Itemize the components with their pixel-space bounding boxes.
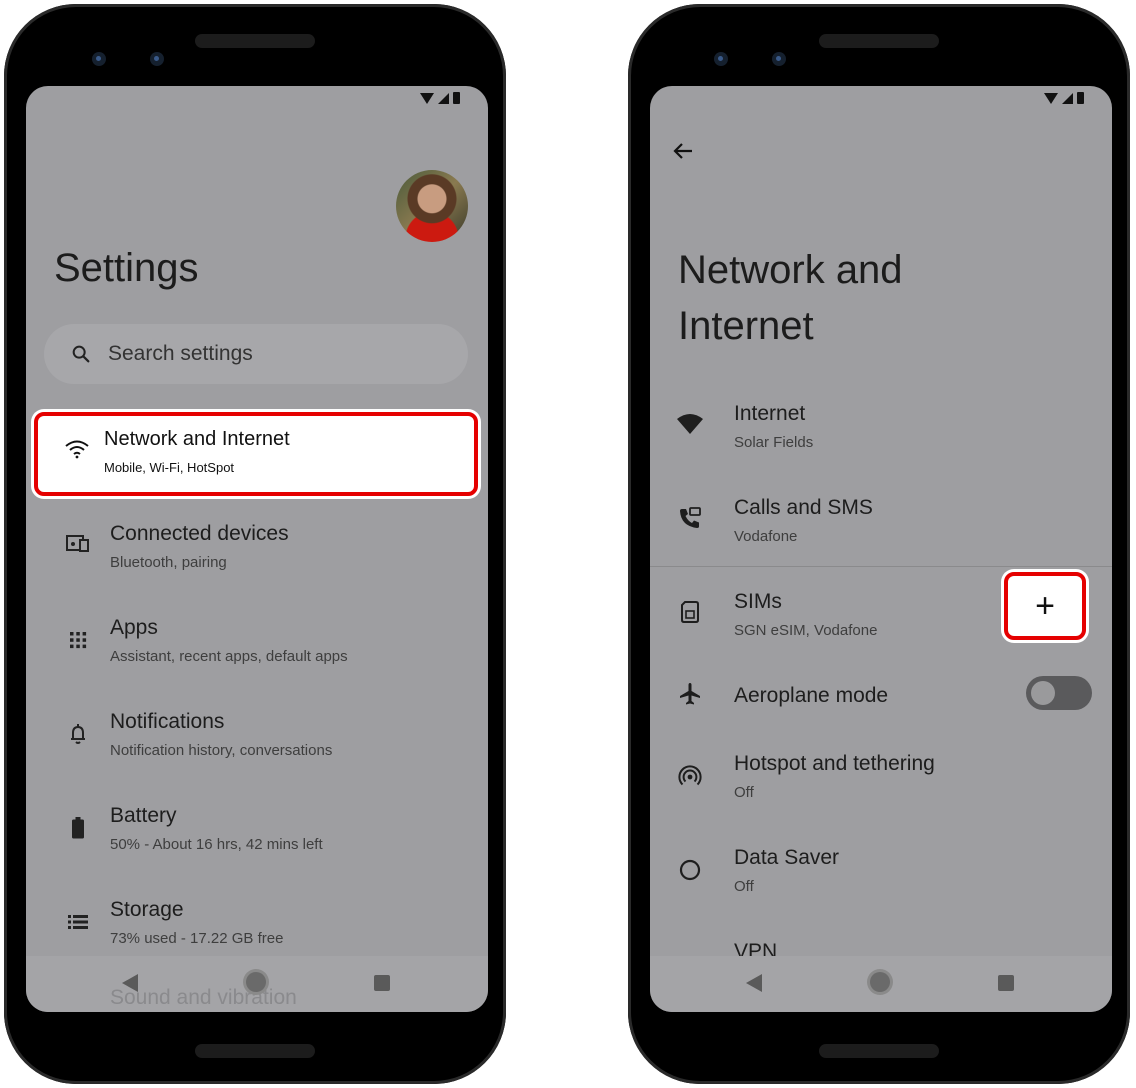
search-icon [72,345,90,363]
right-phone-frame: Network and Internet Internet Solar Fiel… [628,4,1130,1084]
camera-icon [150,52,164,66]
data-saver-icon [679,859,701,881]
status-bar [420,92,460,104]
network-internet-screen: Network and Internet Internet Solar Fiel… [650,86,1112,1012]
item-label: Calls and SMS [734,496,873,519]
sim-icon [681,601,699,623]
search-bar[interactable]: Search settings [44,324,468,384]
airplane-icon [680,683,700,705]
item-subtitle: Off [734,878,754,895]
earpiece-speaker [195,34,315,48]
back-nav-icon[interactable] [746,974,762,992]
item-subtitle: Notification history, conversations [110,742,333,759]
navigation-bar: Sound and vibration [26,956,488,1012]
camera-icon [772,52,786,66]
item-subtitle: Solar Fields [734,434,814,451]
back-nav-icon[interactable] [122,974,138,992]
wifi-icon [677,414,703,434]
item-label: Apps [110,616,158,639]
settings-item-network-internet[interactable]: Network and Internet Mobile, Wi-Fi, HotS… [34,412,478,496]
item-label: Battery [110,804,177,827]
item-label: Storage [110,898,184,921]
wifi-status-icon [1044,92,1058,104]
storage-icon [68,915,88,929]
phone-icon [680,507,701,528]
earpiece-speaker [819,34,939,48]
search-placeholder: Search settings [108,342,253,365]
cell-signal-icon [1062,92,1073,104]
item-label: SIMs [734,590,782,613]
settings-item-sound-partial: Sound and vibration [110,986,297,1009]
left-phone-frame: Settings Search settings Network and Int… [4,4,506,1084]
camera-icon [92,52,106,66]
page-title-line1: Network and [678,248,903,292]
item-label: Connected devices [110,522,289,545]
apps-grid-icon [70,632,87,649]
item-label: Aeroplane mode [734,684,889,707]
settings-screen: Settings Search settings Network and Int… [26,86,488,1012]
avatar[interactable] [396,170,468,242]
camera-icon [714,52,728,66]
wifi-icon [65,440,89,459]
item-label: Network and Internet [104,428,290,450]
back-arrow-icon[interactable] [670,138,696,164]
item-label: Hotspot and tethering [734,752,935,775]
aeroplane-mode-toggle[interactable] [1026,676,1092,710]
home-nav-icon[interactable] [246,972,266,992]
item-label: Internet [734,402,806,425]
item-subtitle: Bluetooth, pairing [110,554,227,571]
item-subtitle: Off [734,784,754,801]
battery-status-icon [1077,92,1084,104]
item-label: Data Saver [734,846,840,869]
battery-status-icon [453,92,460,104]
page-title: Settings [54,246,199,290]
home-nav-icon[interactable] [870,972,890,992]
wifi-status-icon [420,92,434,104]
add-sim-button[interactable]: + [1004,572,1086,640]
battery-icon [72,817,84,839]
recents-nav-icon[interactable] [998,975,1014,991]
hotspot-icon [678,765,702,786]
item-subtitle: 50% - About 16 hrs, 42 mins left [110,836,323,853]
section-divider [650,566,1112,567]
item-subtitle: Mobile, Wi-Fi, HotSpot [104,460,235,475]
toggle-knob [1031,681,1055,705]
status-bar [1044,92,1084,104]
recents-nav-icon[interactable] [374,975,390,991]
bottom-speaker [195,1044,315,1058]
item-subtitle: 73% used - 17.22 GB free [110,930,284,947]
item-subtitle: SGN eSIM, Vodafone [734,622,878,639]
navigation-bar [650,956,1112,1012]
devices-icon [66,535,89,552]
bottom-speaker [819,1044,939,1058]
item-subtitle: Vodafone [734,528,798,545]
cell-signal-icon [438,92,449,104]
page-title-line2: Internet [678,304,814,348]
item-subtitle: Assistant, recent apps, default apps [110,648,348,665]
bell-icon [71,724,85,744]
item-label: Notifications [110,710,225,733]
